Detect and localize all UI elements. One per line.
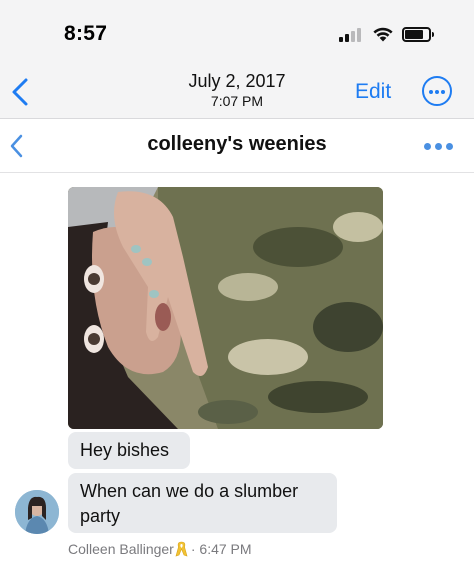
conversation-title: colleeny's weenies xyxy=(147,133,327,155)
status-time: 8:57 xyxy=(64,22,108,45)
photo-time: 7:07 PM xyxy=(210,93,264,109)
meta-separator: · xyxy=(190,541,196,557)
photo-message[interactable] xyxy=(68,187,383,429)
message-bubble[interactable]: When can we do a slumber party xyxy=(68,473,337,533)
message-text-line: party xyxy=(80,506,121,526)
more-dots-icon[interactable] xyxy=(424,143,454,151)
avatar-image xyxy=(15,490,59,534)
battery-icon xyxy=(402,27,434,42)
message-text-line: When can we do a slumber xyxy=(80,481,299,501)
awareness-ribbon-icon xyxy=(175,541,188,557)
photo-viewer-header: July 2, 2017 7:07 PM Edit xyxy=(0,62,474,119)
more-circle-icon[interactable] xyxy=(422,76,452,106)
photo-date-block: July 2, 2017 7:07 PM xyxy=(0,71,474,110)
photo-date: July 2, 2017 xyxy=(188,71,286,91)
message-timestamp: 6:47 PM xyxy=(199,541,252,557)
sender-meta: Colleen Ballinger · 6:47 PM xyxy=(68,541,252,557)
status-bar: 8:57 xyxy=(0,0,474,62)
avatar[interactable] xyxy=(15,490,59,534)
message-bubble[interactable]: Hey bishes xyxy=(68,432,190,469)
message-text: Hey bishes xyxy=(80,440,170,460)
sender-name: Colleen Ballinger xyxy=(68,541,174,557)
edit-button[interactable]: Edit xyxy=(355,80,391,104)
photo-image xyxy=(68,187,383,429)
conversation-header: colleeny's weenies xyxy=(0,119,474,173)
cellular-signal-icon xyxy=(339,28,363,42)
wifi-icon xyxy=(373,27,393,42)
